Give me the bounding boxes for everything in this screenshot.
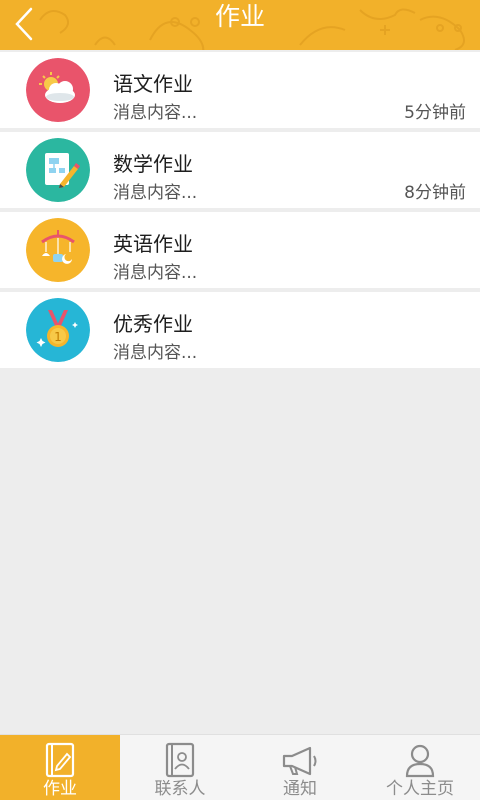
page-title: 作业: [214, 2, 265, 31]
item-message: 消息内容...: [113, 343, 198, 363]
tab-homework[interactable]: 作业: [0, 735, 120, 800]
tab-contacts[interactable]: 联系人: [120, 735, 240, 800]
notebook-icon: [43, 741, 77, 778]
item-title: 优秀作业: [113, 312, 193, 336]
item-message: 消息内容...: [113, 103, 198, 123]
list-item-excellent-homework[interactable]: 1 优秀作业 消息内容...: [0, 292, 480, 368]
megaphone-icon: [280, 741, 320, 778]
tab-notifications[interactable]: 通知: [240, 735, 360, 800]
list-item-math-homework[interactable]: 数学作业 消息内容... 8分钟前: [0, 132, 480, 208]
sun-cloud-icon: [26, 58, 90, 122]
svg-text:1: 1: [54, 330, 62, 344]
tab-label: 个人主页: [386, 779, 454, 799]
homework-list: 语文作业 消息内容... 5分钟前 数学作业 消息内容... 8分钟前 英语作业…: [0, 50, 480, 372]
list-item-english-homework[interactable]: 英语作业 消息内容...: [0, 212, 480, 288]
document-pencil-icon: [26, 138, 90, 202]
item-message: 消息内容...: [113, 263, 198, 283]
mobile-toy-icon: [26, 218, 90, 282]
item-title: 英语作业: [113, 232, 193, 256]
medal-icon: 1: [26, 298, 90, 362]
tab-label: 作业: [43, 779, 77, 799]
item-title: 数学作业: [113, 152, 193, 176]
item-time: 8分钟前: [404, 183, 466, 203]
item-title: 语文作业: [113, 72, 193, 96]
tab-profile[interactable]: 个人主页: [360, 735, 480, 800]
header-bar: 作业: [0, 0, 480, 50]
person-icon: [403, 741, 437, 778]
contact-book-icon: [163, 741, 197, 778]
tab-label: 联系人: [154, 779, 206, 799]
tab-label: 通知: [283, 779, 317, 799]
item-message: 消息内容...: [113, 183, 198, 203]
item-time: 5分钟前: [404, 103, 466, 123]
list-item-chinese-homework[interactable]: 语文作业 消息内容... 5分钟前: [0, 52, 480, 128]
bottom-tab-bar: 作业 联系人 通知 个人主页: [0, 734, 480, 800]
